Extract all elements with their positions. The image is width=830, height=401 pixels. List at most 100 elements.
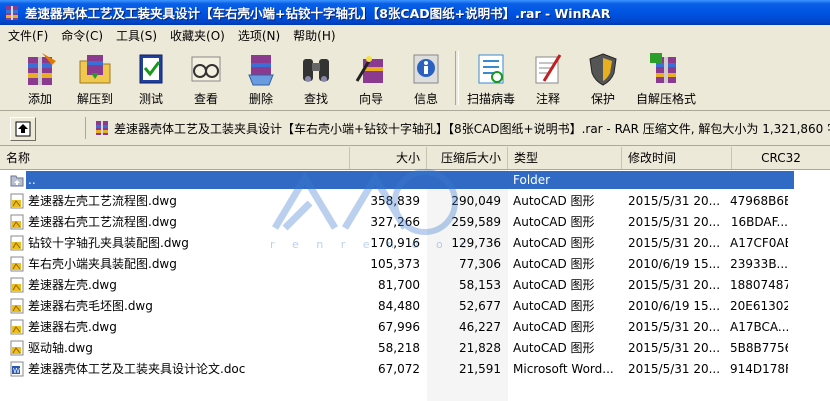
sfx-label: 自解压格式 xyxy=(635,92,696,106)
comment-icon xyxy=(530,51,566,87)
archive-path-text: 差速器壳体工艺及工装夹具设计【车右壳小端+钻铰十字轴孔】【8张CAD图纸+说明书… xyxy=(114,121,830,136)
add-label: 添加 xyxy=(27,92,52,106)
file-crc: 16BDAF... xyxy=(730,215,788,229)
file-modified xyxy=(628,170,726,191)
file-size: 170,916 xyxy=(370,236,420,250)
file-packed-size xyxy=(430,170,501,191)
menu-file[interactable]: 文件(F) xyxy=(3,27,53,44)
file-modified: 2015/5/31 20... xyxy=(628,215,721,229)
file-name: 差速器右壳工艺流程图.dwg xyxy=(28,215,177,229)
test-button[interactable]: 测试 xyxy=(122,49,180,107)
file-size: 58,218 xyxy=(378,341,420,355)
wizard-button[interactable]: 向导 xyxy=(342,49,400,107)
column-header-type[interactable]: 类型 xyxy=(508,147,622,169)
comment-button[interactable]: 注释 xyxy=(519,49,577,107)
menu-commands[interactable]: 命令(C) xyxy=(56,27,108,44)
menu-options[interactable]: 选项(N) xyxy=(233,27,285,44)
test-label: 测试 xyxy=(138,92,163,106)
add-button[interactable]: 添加 xyxy=(11,49,69,107)
file-row[interactable]: W 差速器壳体工艺及工装夹具设计论文.doc 67,072 21,591 Microso… xyxy=(0,359,830,380)
file-row[interactable]: 驱动轴.dwg 58,218 21,828 AutoCAD 图形 2015/5/31 2… xyxy=(0,338,830,359)
file-size: 81,700 xyxy=(378,278,420,292)
file-name: 钻铰十字轴孔夹具装配图.dwg xyxy=(28,236,189,250)
parent-folder-row[interactable]: .. Folder xyxy=(0,170,830,191)
file-row[interactable]: 差速器左壳工艺流程图.dwg 358,839 290,049 AutoCAD 图形 20… xyxy=(0,191,830,212)
file-row[interactable]: 车右壳小端夹具装配图.dwg 105,373 77,306 AutoCAD 图形 201… xyxy=(0,254,830,275)
file-type: AutoCAD 图形 xyxy=(513,257,595,271)
file-modified: 2015/5/31 20... xyxy=(628,320,721,334)
file-packed-size: 21,828 xyxy=(459,341,501,355)
wizard-label: 向导 xyxy=(358,92,383,106)
protect-label: 保护 xyxy=(590,92,615,106)
file-row[interactable]: 钻铰十字轴孔夹具装配图.dwg 170,916 129,736 AutoCAD 图形 2… xyxy=(0,233,830,254)
protect-button[interactable]: 保护 xyxy=(574,49,632,107)
file-name: 差速器左壳工艺流程图.dwg xyxy=(28,194,177,208)
find-button[interactable]: 查找 xyxy=(287,49,345,107)
virus-scan-button[interactable]: 扫描病毒 xyxy=(462,49,520,107)
wizard-icon xyxy=(353,51,389,87)
menu-help[interactable]: 帮助(H) xyxy=(288,27,340,44)
file-modified: 2015/5/31 20... xyxy=(628,194,721,208)
file-crc: 18807487 xyxy=(730,278,788,292)
file-packed-size: 129,736 xyxy=(451,236,501,250)
file-crc: 47968B6E xyxy=(730,194,788,208)
file-packed-size: 21,591 xyxy=(459,362,501,376)
column-header-name[interactable]: 名称 xyxy=(0,147,350,169)
file-type: AutoCAD 图形 xyxy=(513,278,595,292)
file-crc: A17CF0AE xyxy=(730,236,788,250)
view-glasses-icon xyxy=(188,51,224,87)
sfx-icon xyxy=(648,51,684,87)
delete-button[interactable]: 删除 xyxy=(232,49,290,107)
file-type: Microsoft Word... xyxy=(513,362,614,376)
file-row[interactable]: 差速器右壳.dwg 67,996 46,227 AutoCAD 图形 2015/5/31… xyxy=(0,317,830,338)
address-bar: 差速器壳体工艺及工装夹具设计【车右壳小端+钻铰十字轴孔】【8张CAD图纸+说明书… xyxy=(0,111,830,146)
sfx-button[interactable]: 自解压格式 xyxy=(631,49,701,107)
file-type: AutoCAD 图形 xyxy=(513,236,595,250)
shield-icon xyxy=(585,51,621,87)
column-header-packed[interactable]: 压缩后大小 xyxy=(427,147,508,169)
column-header-modified[interactable]: 修改时间 xyxy=(622,147,732,169)
up-one-level-button[interactable] xyxy=(10,117,36,141)
file-size xyxy=(350,170,420,191)
menu-tools[interactable]: 工具(S) xyxy=(111,27,162,44)
file-crc: A17BCA... xyxy=(730,320,788,334)
view-button[interactable]: 查看 xyxy=(177,49,235,107)
extract-to-button[interactable]: 解压到 xyxy=(66,49,124,107)
dwg-file-icon xyxy=(9,256,25,272)
file-type: AutoCAD 图形 xyxy=(513,320,595,334)
file-row[interactable]: 差速器右壳工艺流程图.dwg 327,266 259,589 AutoCAD 图形 20… xyxy=(0,212,830,233)
file-size: 105,373 xyxy=(370,257,420,271)
file-name: .. xyxy=(28,173,36,187)
file-name: 差速器壳体工艺及工装夹具设计论文.doc xyxy=(28,362,246,376)
file-packed-size: 259,589 xyxy=(451,215,501,229)
rar-archive-icon xyxy=(94,120,110,136)
file-size: 327,266 xyxy=(370,215,420,229)
column-headers: 名称 大小 压缩后大小 类型 修改时间 CRC32 xyxy=(0,147,830,170)
menu-favorites[interactable]: 收藏夹(O) xyxy=(165,27,230,44)
file-name: 车右壳小端夹具装配图.dwg xyxy=(28,257,177,271)
file-modified: 2015/5/31 20... xyxy=(628,341,721,355)
file-crc: 23933B... xyxy=(730,257,788,271)
info-button[interactable]: 信息 xyxy=(397,49,455,107)
file-packed-size: 290,049 xyxy=(451,194,501,208)
binoculars-icon xyxy=(298,51,334,87)
file-size: 67,072 xyxy=(378,362,420,376)
file-list: .. Folder 差速器左壳工艺流程图.dwg 358,839 290,049 Auto… xyxy=(0,170,830,401)
view-label: 查看 xyxy=(193,92,218,106)
file-type: AutoCAD 图形 xyxy=(513,299,595,313)
file-name: 差速器右壳毛坯图.dwg xyxy=(28,299,153,313)
info-label: 信息 xyxy=(413,92,438,106)
file-modified: 2015/5/31 20... xyxy=(628,362,721,376)
file-row[interactable]: 差速器左壳.dwg 81,700 58,153 AutoCAD 图形 2015/5/31… xyxy=(0,275,830,296)
dwg-file-icon xyxy=(9,193,25,209)
winrar-app-icon xyxy=(4,5,20,21)
dwg-file-icon xyxy=(9,277,25,293)
column-header-crc[interactable]: CRC32 xyxy=(732,147,830,169)
archive-path-field[interactable]: 差速器壳体工艺及工装夹具设计【车右壳小端+钻铰十字轴孔】【8张CAD图纸+说明书… xyxy=(85,117,830,139)
file-size: 67,996 xyxy=(378,320,420,334)
file-row[interactable]: 差速器右壳毛坯图.dwg 84,480 52,677 AutoCAD 图形 2010/6… xyxy=(0,296,830,317)
virus-scan-label: 扫描病毒 xyxy=(466,92,515,106)
file-modified: 2010/6/19 15... xyxy=(628,257,721,271)
column-header-size[interactable]: 大小 xyxy=(350,147,427,169)
window-title: 差速器壳体工艺及工装夹具设计【车右壳小端+钻铰十字轴孔】【8张CAD图纸+说明书… xyxy=(25,6,611,21)
